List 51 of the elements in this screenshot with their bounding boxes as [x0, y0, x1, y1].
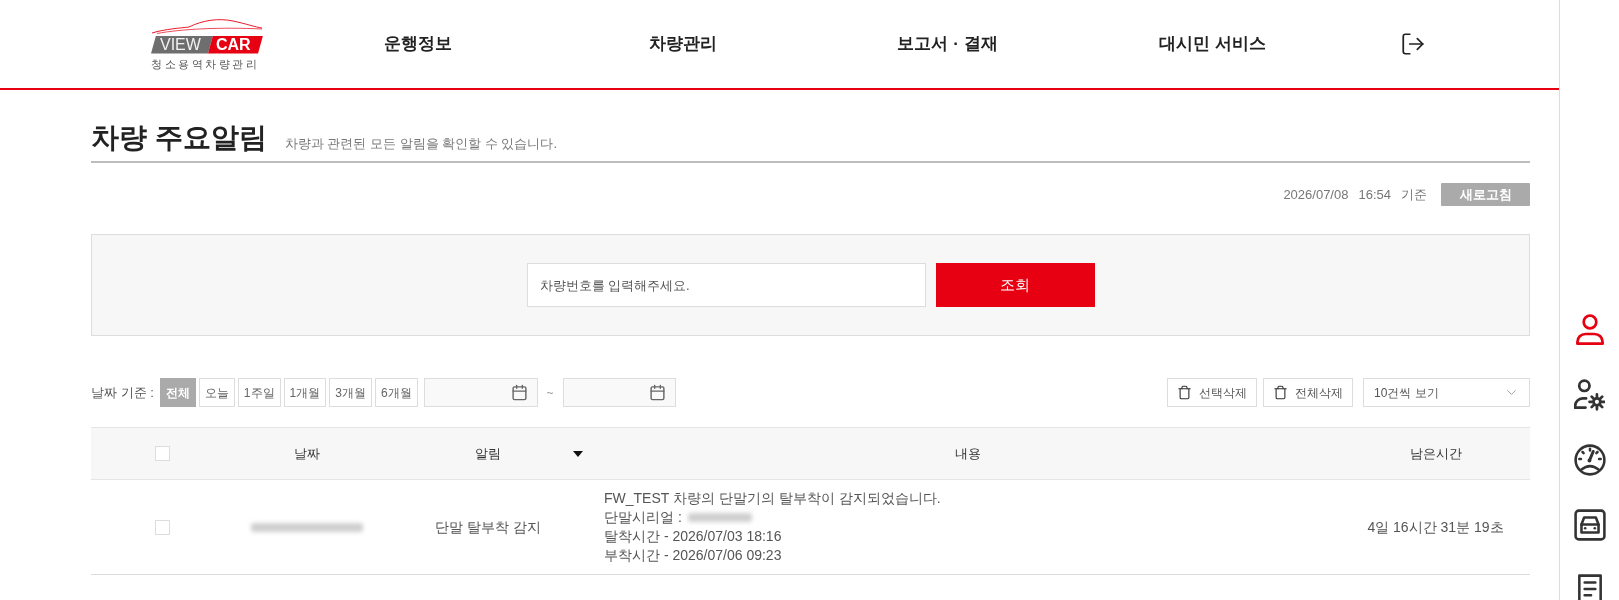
- detail-line: 부착시간 - 2026/07/06 09:23: [604, 546, 783, 565]
- timestamp-date: 2026/07/08: [1283, 185, 1349, 204]
- user-gear-icon[interactable]: [1574, 379, 1605, 411]
- period-button[interactable]: 6개월: [374, 378, 418, 407]
- nav-link[interactable]: 보고서 · 결재: [815, 31, 1080, 57]
- user-icon[interactable]: [1574, 314, 1605, 346]
- timestamp-suffix: 기준: [1401, 185, 1427, 204]
- range-separator: ~: [546, 384, 554, 402]
- logo-left-word: VIEW: [151, 35, 213, 54]
- nav-link[interactable]: 차량관리: [550, 31, 815, 57]
- detail-line: 탈착시간 - 2026/07/03 18:16: [604, 527, 783, 546]
- logout-button[interactable]: [1400, 31, 1426, 57]
- serial-label: 단말시리얼 :: [604, 508, 682, 527]
- logout-icon: [1400, 31, 1426, 57]
- trash-icon: [1177, 385, 1192, 400]
- period-button[interactable]: 1주일: [237, 378, 281, 407]
- period-button[interactable]: 3개월: [329, 378, 372, 407]
- sort-caret-icon[interactable]: [573, 451, 583, 457]
- column-header: 알림: [475, 444, 501, 463]
- gauge-icon[interactable]: [1573, 444, 1606, 476]
- search-button[interactable]: 조회: [935, 263, 1095, 307]
- alert-message: FW_TEST 차량의 단말기의 탈부착이 감지되었습니다.: [604, 489, 942, 508]
- table-cell-text: 4일 16시간 31분 19초: [1367, 517, 1504, 537]
- logo-subtitle: 청소용역차량관리: [151, 57, 260, 71]
- page-title: 차량 주요알림: [91, 121, 267, 155]
- logo-right-word: CAR: [208, 35, 263, 54]
- checkbox[interactable]: [154, 519, 170, 535]
- car-icon[interactable]: [1573, 509, 1606, 541]
- page-size-select[interactable]: 10건씩 보기: [1363, 378, 1530, 407]
- car-outline-icon: [151, 17, 263, 35]
- date-filter-label: 날짜 기준 :: [91, 383, 154, 402]
- trash-icon: [1273, 385, 1288, 400]
- delete-button[interactable]: 전체삭제: [1263, 378, 1353, 407]
- delete-button[interactable]: 선택삭제: [1167, 378, 1257, 407]
- table-cell-text: 단말 탈부착 감지: [435, 517, 541, 537]
- checkbox[interactable]: [154, 446, 170, 461]
- column-header: 날짜: [294, 444, 320, 463]
- end-date-field[interactable]: [562, 378, 676, 407]
- page-description: 차량과 관련된 모든 알림을 확인할 수 있습니다.: [284, 134, 558, 153]
- period-button[interactable]: 1개월: [283, 378, 327, 407]
- document-icon[interactable]: [1576, 574, 1603, 600]
- period-button[interactable]: 오늘: [198, 378, 235, 407]
- nav-link[interactable]: 운행정보: [285, 31, 550, 57]
- start-date-field[interactable]: [423, 378, 538, 407]
- calendar-icon: [648, 384, 666, 401]
- vehicle-number-field[interactable]: 차량번호를 입력해주세요.: [526, 263, 926, 307]
- nav-link[interactable]: 대시민 서비스: [1080, 31, 1345, 57]
- calendar-icon: [510, 384, 528, 401]
- column-header: 내용: [955, 444, 981, 463]
- timestamp-time: 16:54: [1358, 185, 1391, 204]
- column-header: 남은시간: [1409, 444, 1462, 463]
